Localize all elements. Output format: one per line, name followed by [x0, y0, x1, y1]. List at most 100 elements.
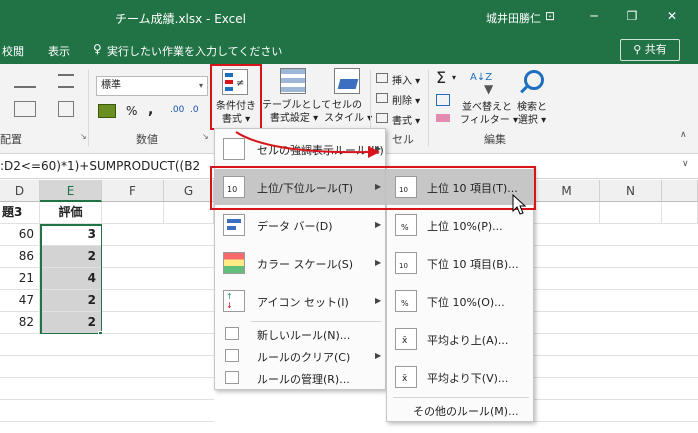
clear-icon[interactable] — [436, 114, 450, 122]
comma-style-button[interactable]: , — [148, 102, 153, 118]
above-average-icon: x̄ — [395, 328, 417, 350]
fill-icon[interactable] — [436, 94, 450, 106]
conditional-formatting-button[interactable]: ≠ 条件付き 書式 ▾ — [210, 64, 262, 130]
restore-button[interactable]: ❐ — [620, 6, 644, 26]
magnifier-handle — [520, 85, 528, 94]
table-cell[interactable]: 60 — [0, 224, 40, 246]
data-bars-icon — [223, 214, 245, 236]
menu-item-label: ルールの管理(R)... — [257, 373, 350, 386]
find-select-label-1[interactable]: 検索と — [514, 101, 550, 114]
format-cells-icon[interactable] — [376, 113, 388, 123]
column-header-blank[interactable] — [662, 180, 698, 202]
menu-separator — [393, 397, 529, 398]
group-label-editing: 編集 — [484, 133, 506, 146]
orientation-icon[interactable] — [14, 74, 36, 88]
window-title: チーム成績.xlsx - Excel — [115, 12, 246, 26]
cell-styles-button[interactable]: セルの スタイル ▾ — [324, 68, 373, 128]
column-header[interactable]: M — [534, 180, 600, 202]
number-format-dropdown[interactable]: 標準 ▾ — [96, 76, 208, 96]
insert-button[interactable]: 挿入 ▾ — [392, 72, 420, 87]
column-header[interactable]: N — [600, 180, 662, 202]
find-select-label-2[interactable]: 選択 ▾ — [512, 114, 552, 127]
table-icon — [280, 68, 306, 94]
user-name[interactable]: 城井田勝仁 — [486, 10, 541, 26]
icon-bar — [227, 219, 241, 223]
collapse-ribbon-icon[interactable]: ∧ — [680, 130, 687, 140]
group-label-number: 数値 — [136, 133, 158, 146]
submenu-item-bottom-10-percent[interactable]: % 下位 10%(O)... — [387, 283, 533, 319]
cell[interactable] — [102, 202, 164, 224]
menu-item-manage-rules[interactable]: ルールの管理(R)... — [215, 367, 385, 389]
delete-cells-icon[interactable] — [376, 93, 388, 103]
submenu-item-label: 平均より下(V)... — [427, 372, 509, 385]
sort-filter-label-2[interactable]: フィルター ▾ — [460, 114, 518, 127]
column-header[interactable]: F — [102, 180, 164, 202]
submenu-item-more-rules[interactable]: その他のルール(M)... — [387, 399, 533, 421]
menu-item-new-rule[interactable]: 新しいルール(N)... — [215, 323, 385, 345]
cell[interactable] — [534, 202, 600, 224]
format-as-table-button[interactable]: テーブルとして 書式設定 ▾ — [262, 68, 331, 128]
menu-item-data-bars[interactable]: データ バー(D) ▶ — [215, 207, 385, 243]
share-label: 共有 — [644, 43, 667, 56]
submenu-item-above-average[interactable]: x̄ 平均より上(A)... — [387, 321, 533, 357]
menu-item-clear-rules[interactable]: ルールのクリア(C) ▶ — [215, 345, 385, 367]
icon-bar — [227, 226, 236, 230]
tab-review[interactable]: 校閲 — [2, 43, 24, 59]
cell-styles-label-2: スタイル ▾ — [324, 113, 373, 124]
cell[interactable] — [662, 202, 698, 224]
column-header-selected[interactable]: E — [40, 180, 102, 202]
cell-styles-icon — [334, 68, 360, 94]
chevron-right-icon: ▶ — [375, 220, 382, 229]
table-cell[interactable]: 82 — [0, 312, 40, 334]
empty-cells[interactable] — [102, 224, 214, 433]
submenu-item-below-average[interactable]: x̄ 平均より下(V)... — [387, 359, 533, 395]
sort-filter-icon: A↓Z ▼ — [470, 72, 496, 98]
increase-decimal-icon[interactable]: .00 — [170, 105, 184, 115]
table-cell[interactable]: 21 — [0, 268, 40, 290]
icon-badge: x̄ — [402, 336, 408, 346]
submenu-item-bottom-10-items[interactable]: 10 下位 10 項目(B)... — [387, 245, 533, 281]
empty-cells[interactable] — [534, 224, 698, 433]
currency-icon[interactable] — [98, 104, 116, 118]
decrease-decimal-icon[interactable]: .0 — [190, 105, 199, 115]
arrow-up-icon: ↑ — [226, 292, 233, 301]
group-label-alignment: 配置 — [0, 133, 22, 146]
merge-center-icon[interactable] — [14, 101, 36, 117]
new-rule-icon — [225, 327, 239, 340]
minimize-button[interactable]: ─ — [582, 6, 606, 26]
column-header[interactable]: G — [164, 180, 214, 202]
table-cell[interactable]: 47 — [0, 290, 40, 312]
insert-cells-icon[interactable] — [376, 73, 388, 83]
autosum-icon[interactable]: Σ — [436, 68, 446, 87]
icon-brush — [337, 79, 359, 89]
wrap-text-icon[interactable] — [58, 74, 74, 88]
close-button[interactable]: ✕ — [660, 6, 684, 26]
format-button[interactable]: 書式 ▾ — [392, 112, 420, 127]
table-cell[interactable]: 86 — [0, 246, 40, 268]
expand-formula-icon[interactable]: ∨ — [682, 159, 689, 169]
menu-item-color-scales[interactable]: カラー スケール(S) ▶ — [215, 245, 385, 281]
border-icon[interactable] — [58, 101, 74, 117]
dialog-launcher-icon[interactable]: ↘ — [80, 132, 87, 141]
header-cell[interactable]: 題3 — [0, 202, 40, 224]
dialog-launcher-icon[interactable]: ↘ — [202, 132, 209, 141]
mouse-cursor-icon — [512, 194, 526, 215]
share-button[interactable]: ⚲ 共有 — [620, 39, 680, 61]
column-header[interactable]: D — [0, 180, 40, 202]
ribbon-display-options-button[interactable]: ⊡ — [538, 6, 562, 26]
icon-sets-icon: ↑ ↓ — [223, 290, 245, 312]
tell-me-box[interactable]: 実行したい作業を入力してください — [107, 43, 282, 59]
cell[interactable] — [164, 202, 214, 224]
tab-view[interactable]: 表示 — [48, 43, 70, 59]
delete-button[interactable]: 削除 ▾ — [392, 92, 420, 107]
icon-bar — [225, 80, 233, 84]
menu-item-icon-sets[interactable]: ↑ ↓ アイコン セット(I) ▶ — [215, 283, 385, 319]
empty-cells[interactable] — [0, 334, 102, 433]
header-cell[interactable]: 評価 — [40, 202, 102, 224]
chevron-down-icon[interactable]: ▾ — [452, 73, 456, 82]
percent-style-button[interactable]: % — [126, 104, 137, 118]
formula-text: :D2<=60)*1)+SUMPRODUCT((B2 — [0, 159, 201, 173]
group-separator — [428, 70, 429, 146]
sort-filter-label-1[interactable]: 並べ替えと — [462, 101, 512, 114]
cell[interactable] — [600, 202, 662, 224]
